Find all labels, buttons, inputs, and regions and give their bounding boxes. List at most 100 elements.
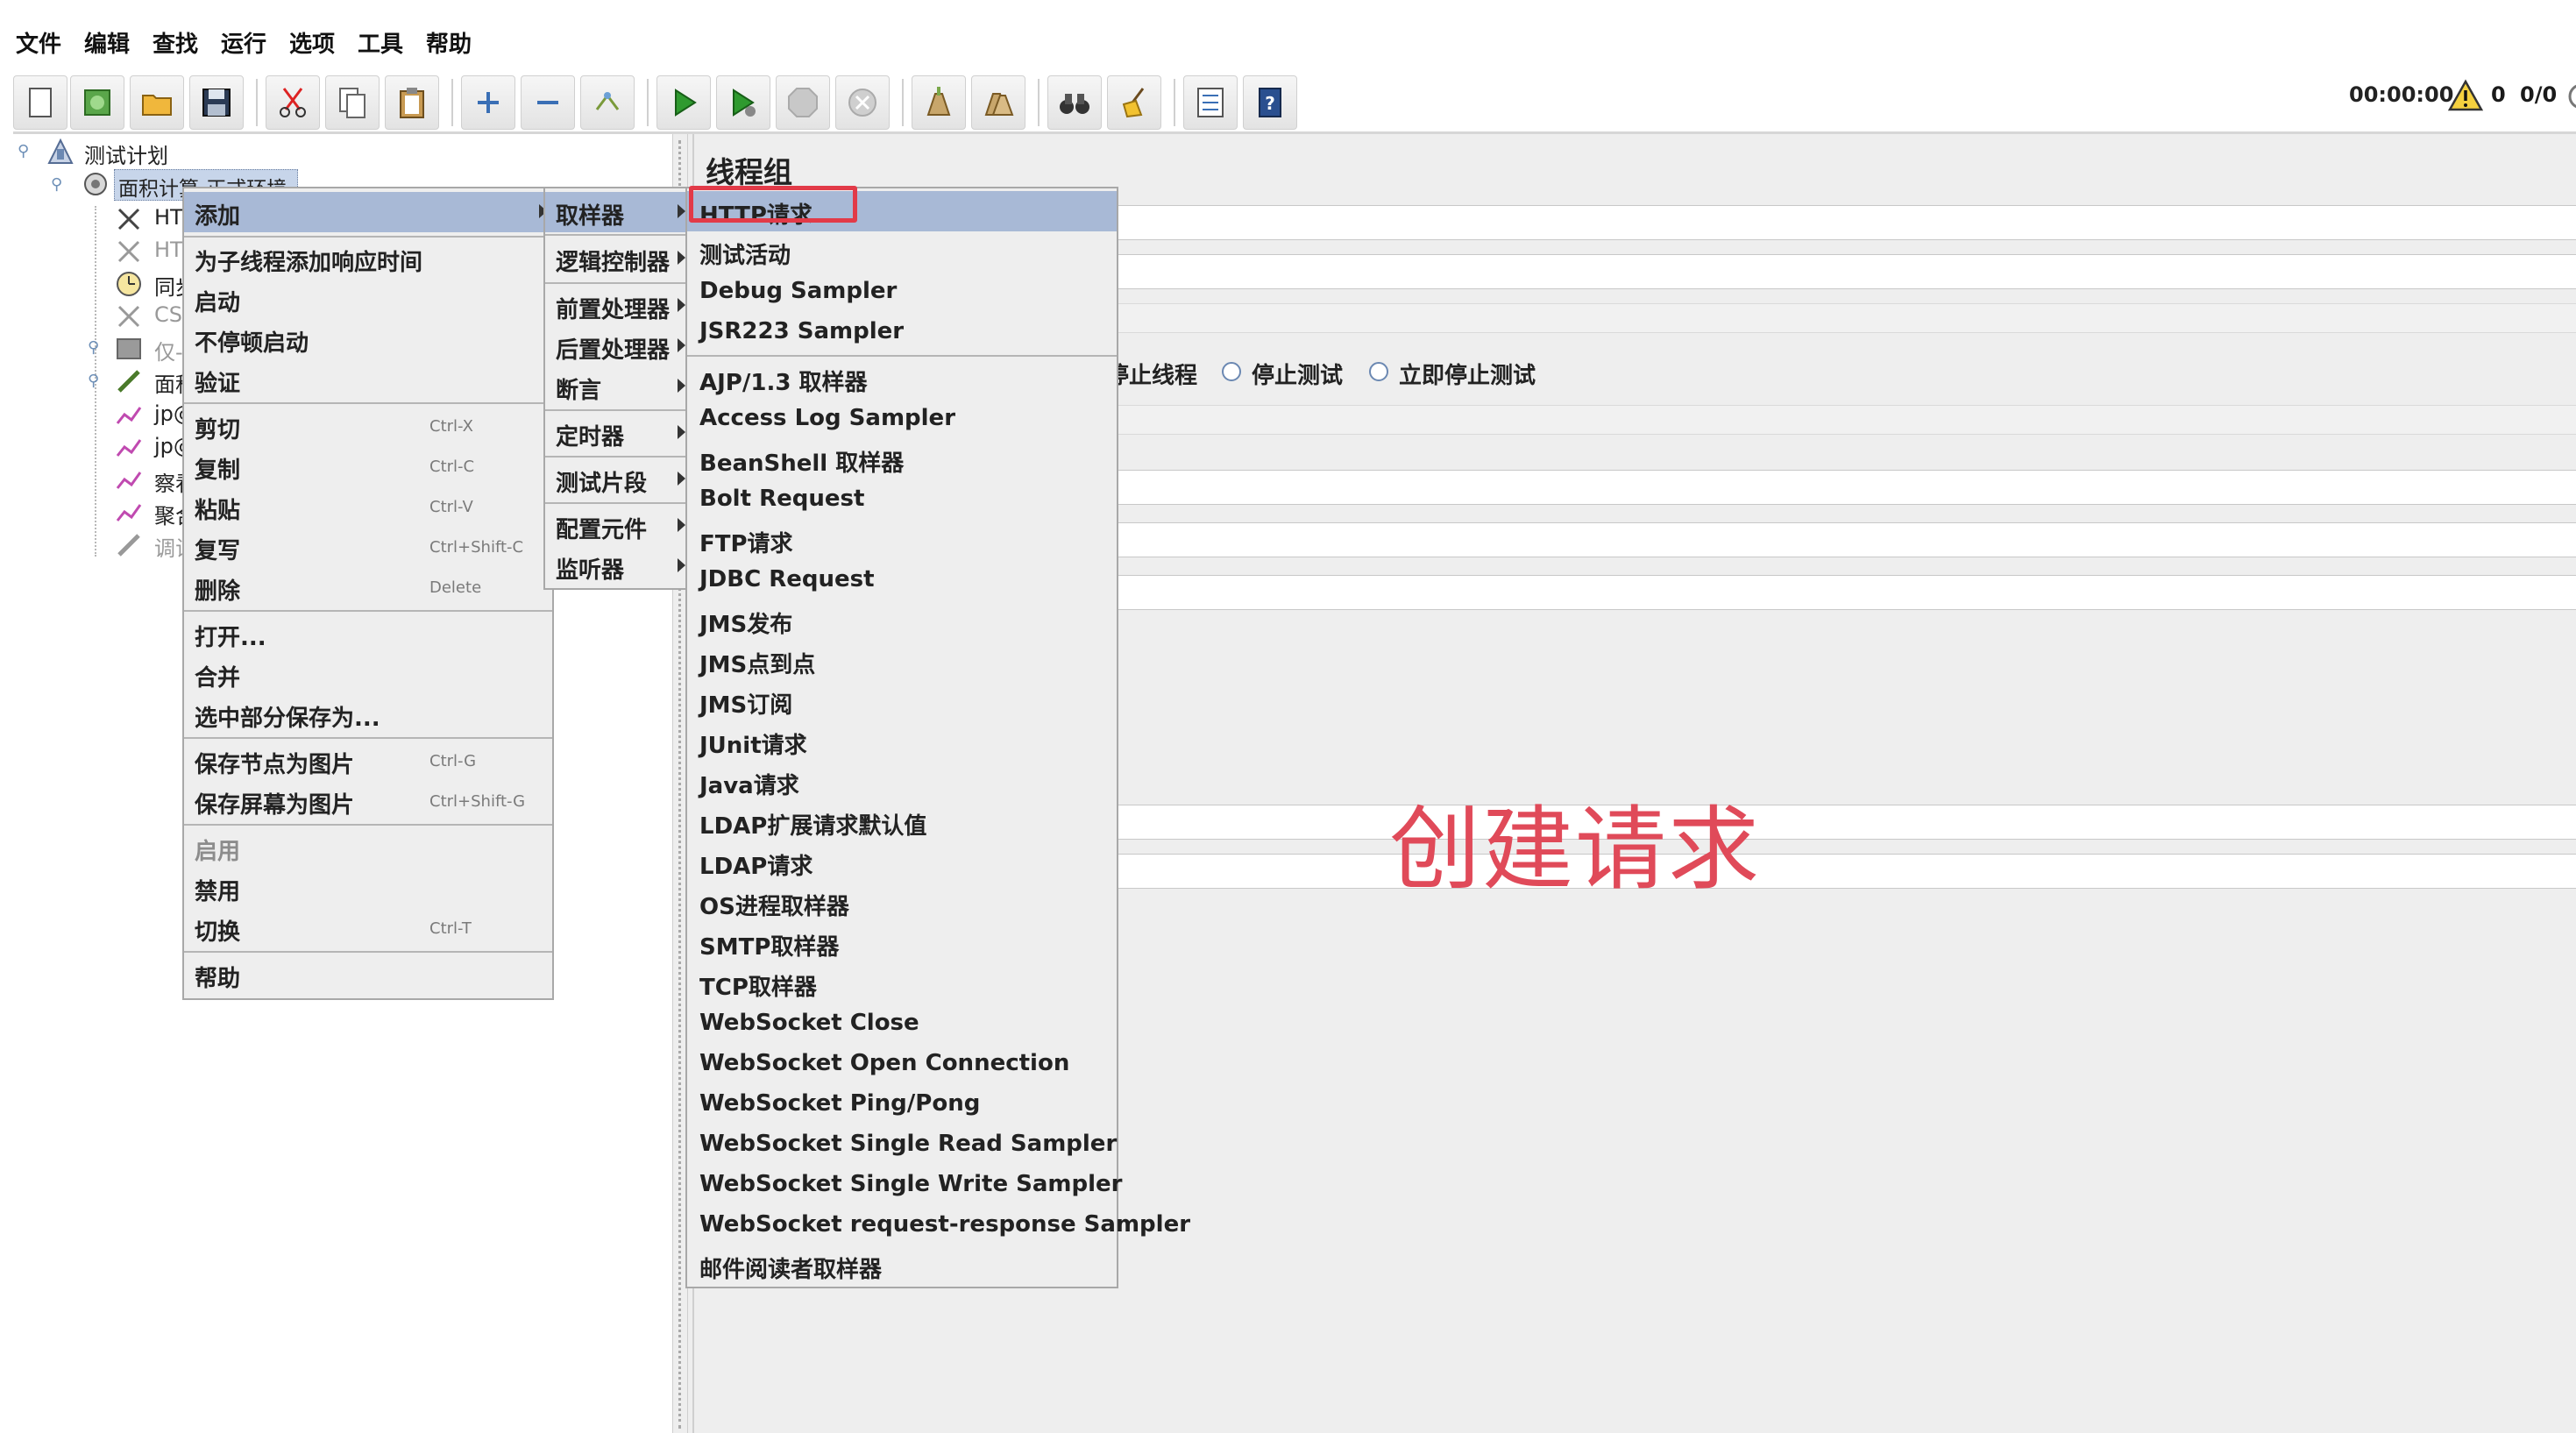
tree-node-http-1[interactable]: HT [154, 205, 183, 230]
tree-node-http-2[interactable]: HT [154, 238, 183, 262]
shutdown-icon[interactable] [835, 75, 890, 130]
tree-node-once-only[interactable]: 仅- [154, 335, 183, 365]
reset-search-broom-icon[interactable] [1107, 75, 1161, 130]
menu-item-add[interactable]: 添加 [184, 192, 552, 232]
search-binoculars-icon[interactable] [1047, 75, 1102, 130]
comments-field[interactable] [1104, 254, 2576, 289]
sampler-ws-open[interactable]: WebSocket Open Connection [687, 1044, 1117, 1084]
sampler-bolt[interactable]: Bolt Request [687, 479, 1117, 520]
stop-icon[interactable] [776, 75, 830, 130]
menu-item-copy[interactable]: 复制 Ctrl-C [184, 446, 552, 486]
tree-expand-icon-3[interactable]: ⚲ [88, 372, 99, 390]
loop-count-field[interactable] [1104, 575, 2576, 610]
submenu-test-fragment[interactable]: 测试片段 [545, 459, 691, 500]
tree-collapse-icon[interactable]: ⚲ [51, 175, 62, 194]
sampler-os-process[interactable]: OS进程取样器 [687, 883, 1117, 923]
submenu-logic-controller[interactable]: 逻辑控制器 [545, 238, 691, 279]
menu-item-toggle[interactable]: 切换 Ctrl-T [184, 908, 552, 948]
sampler-ftp[interactable]: FTP请求 [687, 520, 1117, 560]
menu-item-validate[interactable]: 验证 [184, 359, 552, 400]
menu-file[interactable]: 文件 [16, 26, 61, 59]
templates-icon[interactable] [70, 75, 124, 130]
ramp-up-field[interactable] [1104, 522, 2576, 557]
sampler-ldap[interactable]: LDAP请求 [687, 842, 1117, 883]
menu-item-save-selection[interactable]: 选中部分保存为... [184, 694, 552, 734]
sampler-test-action[interactable]: 测试活动 [687, 231, 1117, 272]
sampler-smtp[interactable]: SMTP取样器 [687, 923, 1117, 963]
help-icon[interactable]: ? [1243, 75, 1297, 130]
sampler-ws-write[interactable]: WebSocket Single Write Sampler [687, 1165, 1122, 1205]
sampler-ws-ping[interactable]: WebSocket Ping/Pong [687, 1084, 1117, 1124]
submenu-listener[interactable]: 监听器 [545, 546, 691, 586]
sampler-ws-close[interactable]: WebSocket Close [687, 1004, 1117, 1044]
menu-item-open[interactable]: 打开... [184, 614, 552, 654]
paste-icon[interactable] [385, 75, 439, 130]
submenu-sampler[interactable]: 取样器 [545, 192, 691, 232]
radio-stop-now[interactable] [1369, 362, 1388, 381]
submenu-config-element[interactable]: 配置元件 [545, 506, 691, 546]
menu-item-save-screen-image[interactable]: 保存屏幕为图片 Ctrl+Shift-G [184, 781, 552, 821]
menu-item-merge[interactable]: 合并 [184, 654, 552, 694]
menu-item-cut[interactable]: 剪切 Ctrl-X [184, 406, 552, 446]
sampler-jsr223[interactable]: JSR223 Sampler [687, 312, 1117, 352]
sampler-ws-request-response[interactable]: WebSocket request-response Sampler [687, 1205, 1190, 1245]
start-no-pause-icon[interactable] [716, 75, 770, 130]
sampler-tcp[interactable]: TCP取样器 [687, 963, 1117, 1004]
submenu-timer[interactable]: 定时器 [545, 413, 691, 453]
clear-all-icon[interactable] [971, 75, 1025, 130]
expand-plus-icon[interactable] [461, 75, 515, 130]
open-folder-icon[interactable] [130, 75, 184, 130]
menu-help[interactable]: 帮助 [426, 26, 472, 59]
function-helper-icon[interactable] [1183, 75, 1238, 130]
sampler-access-log[interactable]: Access Log Sampler [687, 399, 1117, 439]
cut-icon[interactable] [266, 75, 320, 130]
sampler-java[interactable]: Java请求 [687, 762, 1117, 802]
toggle-icon[interactable] [580, 75, 635, 130]
menu-item-disable[interactable]: 禁用 [184, 868, 552, 908]
menu-search[interactable]: 查找 [153, 26, 198, 59]
submenu-post-processor[interactable]: 后置处理器 [545, 326, 691, 366]
sampler-ldap-ext[interactable]: LDAP扩展请求默认值 [687, 802, 1117, 842]
menu-options[interactable]: 选项 [289, 26, 335, 59]
clear-icon[interactable] [912, 75, 966, 130]
sampler-debug[interactable]: Debug Sampler [687, 272, 1117, 312]
sampler-jdbc[interactable]: JDBC Request [687, 560, 1117, 600]
radio-stop-test[interactable] [1222, 362, 1241, 381]
collapse-minus-icon[interactable] [521, 75, 575, 130]
duration-field[interactable] [1104, 805, 2576, 840]
threads-count-field[interactable] [1104, 470, 2576, 505]
tree-expand-icon-2[interactable]: ⚲ [88, 338, 99, 357]
menu-item-delete[interactable]: 删除 Delete [184, 567, 552, 607]
sampler-jms-publish[interactable]: JMS发布 [687, 600, 1117, 641]
menu-item-add-response-time[interactable]: 为子线程添加响应时间 [184, 238, 552, 279]
tree-expand-icon[interactable]: ⚲ [18, 142, 29, 160]
menu-tools[interactable]: 工具 [358, 26, 403, 59]
warning-icon[interactable] [2448, 79, 2483, 112]
sampler-ws-read[interactable]: WebSocket Single Read Sampler [687, 1124, 1117, 1165]
menu-item-start[interactable]: 启动 [184, 279, 552, 319]
menu-item-save-node-image[interactable]: 保存节点为图片 Ctrl-G [184, 741, 552, 781]
menu-item-help[interactable]: 帮助 [184, 954, 552, 995]
menu-edit[interactable]: 编辑 [84, 26, 130, 59]
sampler-jms-p2p[interactable]: JMS点到点 [687, 641, 1117, 681]
sampler-mail-reader[interactable]: 邮件阅读者取样器 [687, 1245, 1117, 1286]
menu-item-start-no-pause[interactable]: 不停顿启动 [184, 319, 552, 359]
menu-run[interactable]: 运行 [221, 26, 266, 59]
tree-root-test-plan[interactable]: 测试计划 [84, 138, 168, 169]
sampler-ajp[interactable]: AJP/1.3 取样器 [687, 358, 1117, 399]
submenu-pre-processor[interactable]: 前置处理器 [545, 286, 691, 326]
save-icon[interactable] [189, 75, 244, 130]
sampler-junit[interactable]: JUnit请求 [687, 721, 1117, 762]
menu-item-duplicate[interactable]: 复写 Ctrl+Shift-C [184, 527, 552, 567]
submenu-assertion[interactable]: 断言 [545, 366, 691, 407]
sampler-beanshell[interactable]: BeanShell 取样器 [687, 439, 1117, 479]
sampler-jms-subscribe[interactable]: JMS订阅 [687, 681, 1117, 721]
tree-node-csv[interactable]: CS [154, 302, 182, 327]
start-icon[interactable] [656, 75, 711, 130]
copy-icon[interactable] [325, 75, 380, 130]
menu-item-paste[interactable]: 粘贴 Ctrl-V [184, 486, 552, 527]
startup-delay-field[interactable] [1104, 854, 2576, 889]
name-field[interactable] [1104, 205, 2576, 240]
new-file-icon[interactable] [13, 75, 67, 130]
menu-item-enable[interactable]: 启用 [184, 827, 552, 868]
